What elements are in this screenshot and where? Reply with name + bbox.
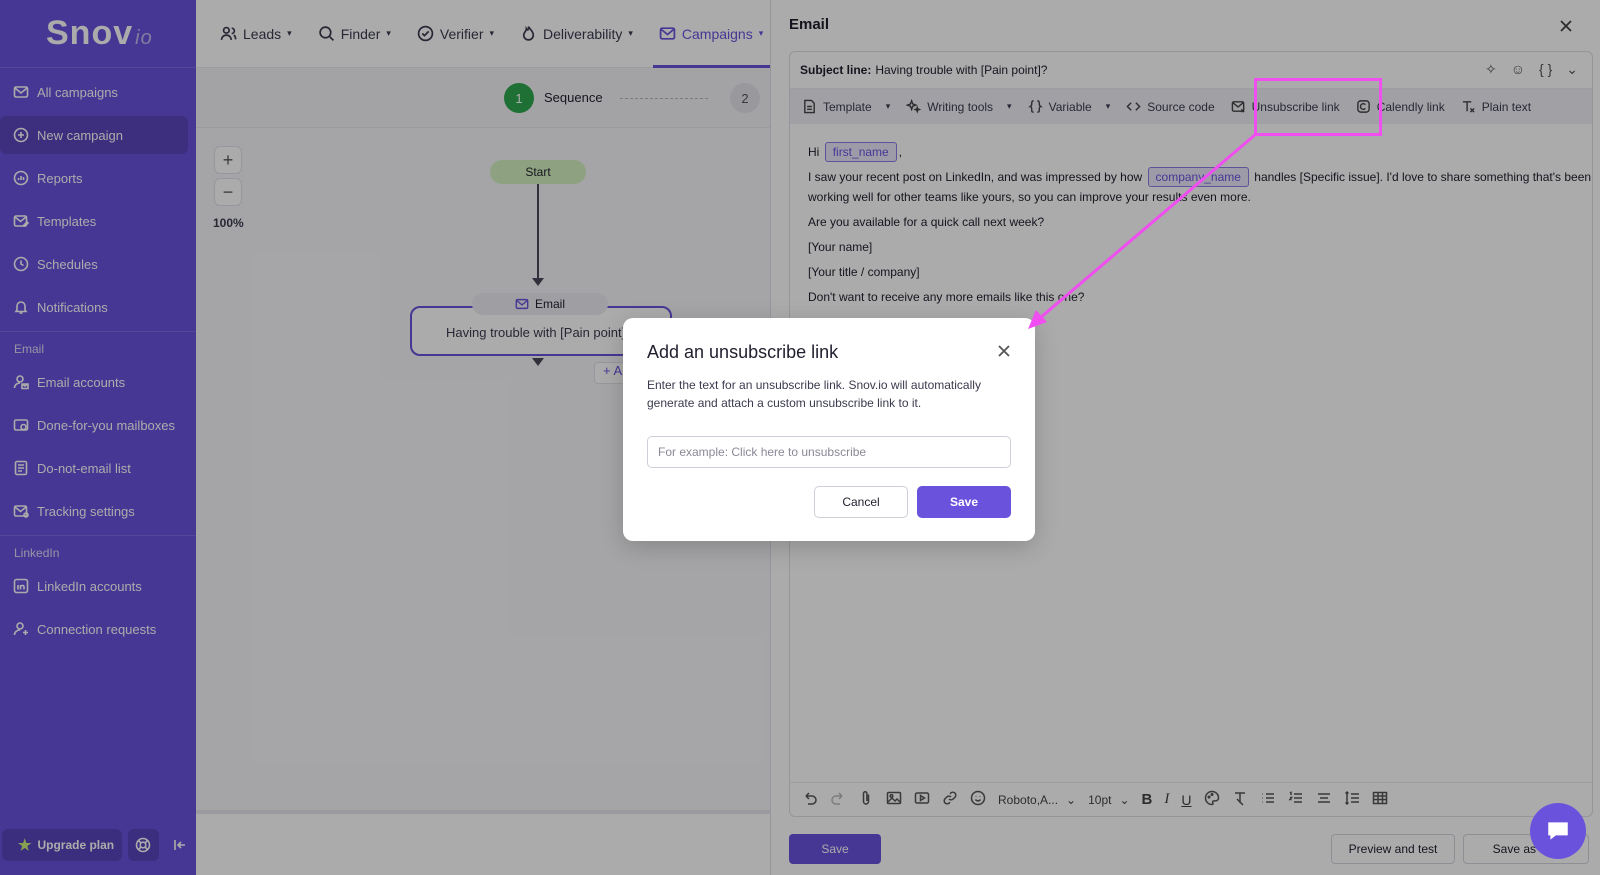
- chat-icon: [1548, 822, 1568, 840]
- modal-description: Enter the text for an unsubscribe link. …: [647, 378, 981, 410]
- annotation-highlight-box: [1254, 78, 1382, 136]
- cancel-button[interactable]: Cancel: [814, 486, 908, 518]
- unsubscribe-link-modal: Add an unsubscribe link Enter the text f…: [623, 318, 1035, 541]
- close-icon: [998, 345, 1010, 357]
- chat-widget-button[interactable]: [1530, 803, 1586, 859]
- modal-title: Add an unsubscribe link: [647, 342, 839, 362]
- modal-close-button[interactable]: [997, 344, 1011, 358]
- unsubscribe-text-input[interactable]: [647, 436, 1011, 468]
- save-button[interactable]: Save: [917, 486, 1011, 518]
